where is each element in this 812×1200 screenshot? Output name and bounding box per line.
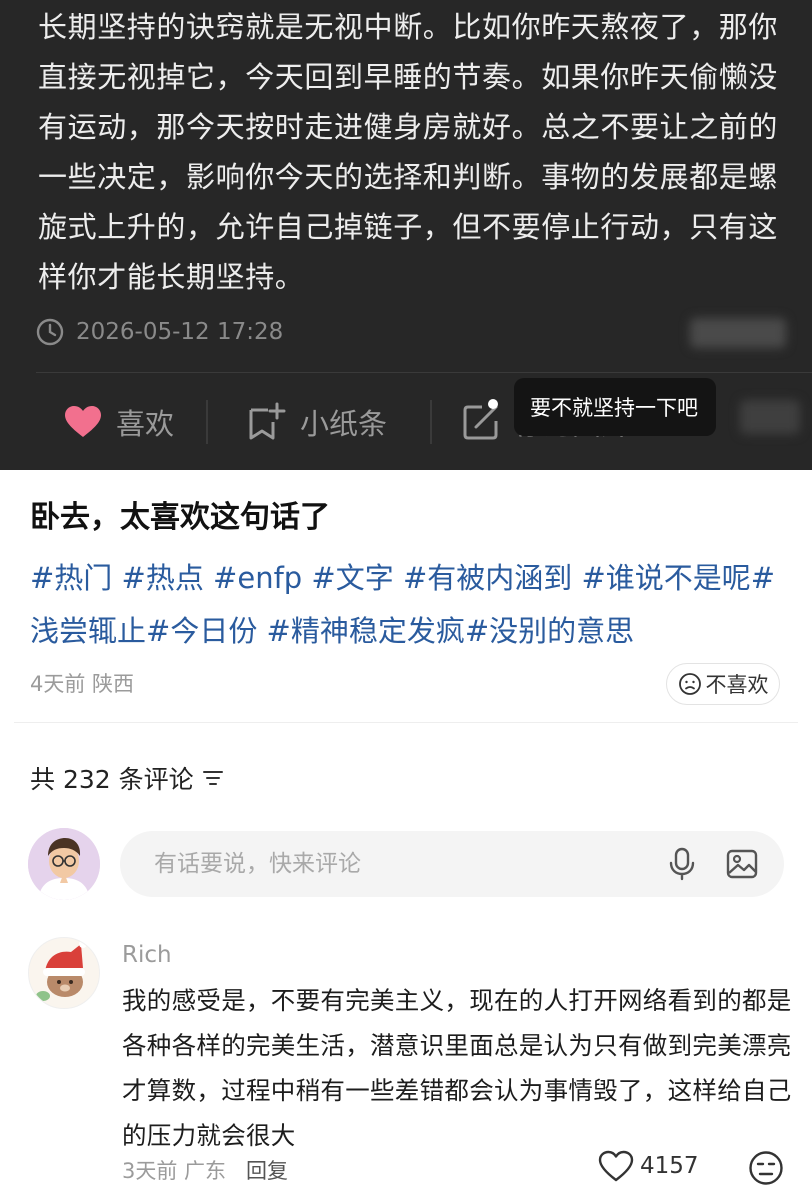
sort-icon [202, 771, 223, 785]
comment-time-location: 3天前 广东 [122, 1159, 227, 1183]
comment-meta: 3天前 广东 回复 [122, 1155, 288, 1185]
comment-input[interactable] [152, 850, 616, 878]
tooltip-pointer [488, 399, 498, 409]
separator [430, 400, 432, 444]
heart-outline-icon [598, 1150, 634, 1182]
image-icon[interactable] [726, 848, 758, 880]
comment-count: 共 232 条评论 [30, 765, 194, 794]
tooltip: 要不就坚持一下吧 [514, 378, 716, 436]
divider [36, 372, 812, 373]
timestamp-row: 2026-05-12 17:28 [36, 313, 283, 351]
sad-face-icon [678, 673, 701, 695]
like-button[interactable]: 喜欢 [64, 392, 174, 452]
dislike-face-icon[interactable] [748, 1150, 784, 1186]
quote-text: 长期坚持的诀窍就是无视中断。比如你昨天熬夜了，那你直接无视掉它，今天回到早睡的节… [38, 10, 779, 294]
mic-icon[interactable] [668, 847, 696, 881]
comment-text: 我的感受是，不要有完美主义，现在的人打开网络看到的都是各种各样的完美生活，潜意识… [122, 986, 792, 1150]
heart-icon [65, 406, 101, 437]
memoji-avatar-icon [28, 828, 100, 900]
separator [206, 400, 208, 444]
tag[interactable]: #文字 [302, 561, 393, 595]
santa-bear-avatar-icon [29, 938, 99, 1008]
commenter-avatar[interactable] [28, 937, 100, 1009]
tag[interactable]: #热点 [112, 561, 204, 595]
tag[interactable]: #enfp [204, 561, 302, 595]
commenter-name[interactable]: Rich [122, 942, 172, 968]
tag[interactable]: #有被内涵到 [394, 561, 572, 595]
blurred-region [690, 318, 786, 348]
tag[interactable]: #今日份 [146, 614, 257, 648]
clock-icon [36, 318, 64, 346]
tag-list: #热门 #热点 #enfp #文字 #有被内涵到 #谁说不是呢#浅尝辄止#今日份… [30, 552, 790, 658]
tag[interactable]: #谁说不是呢 [572, 561, 750, 595]
dislike-label: 不喜欢 [705, 673, 769, 697]
comment-count-row[interactable]: 共 232 条评论 [30, 760, 224, 796]
note-label: 小纸条 [300, 407, 388, 441]
tag[interactable]: #精神稳定发疯 [257, 614, 465, 648]
post-title: 卧去，太喜欢这句话了 [30, 500, 330, 535]
user-avatar[interactable] [28, 828, 100, 900]
comment-like-button[interactable]: 4157 [598, 1150, 699, 1182]
tag[interactable]: #热门 [30, 561, 112, 595]
blurred-region [740, 400, 800, 434]
note-add-icon [249, 402, 286, 440]
note-button[interactable]: 小纸条 [246, 392, 387, 452]
comment-like-count: 4157 [640, 1153, 699, 1179]
reply-button[interactable]: 回复 [246, 1155, 288, 1185]
post-meta: 4天前 陕西 [30, 672, 135, 696]
quote-card: 长期坚持的诀窍就是无视中断。比如你昨天熬夜了，那你直接无视掉它，今天回到早睡的节… [0, 0, 812, 470]
timestamp: 2026-05-12 17:28 [76, 319, 284, 345]
like-label: 喜欢 [116, 407, 175, 441]
divider [14, 722, 798, 723]
dislike-button[interactable]: 不喜欢 [666, 663, 780, 705]
tag[interactable]: #没别的意思 [465, 614, 634, 648]
